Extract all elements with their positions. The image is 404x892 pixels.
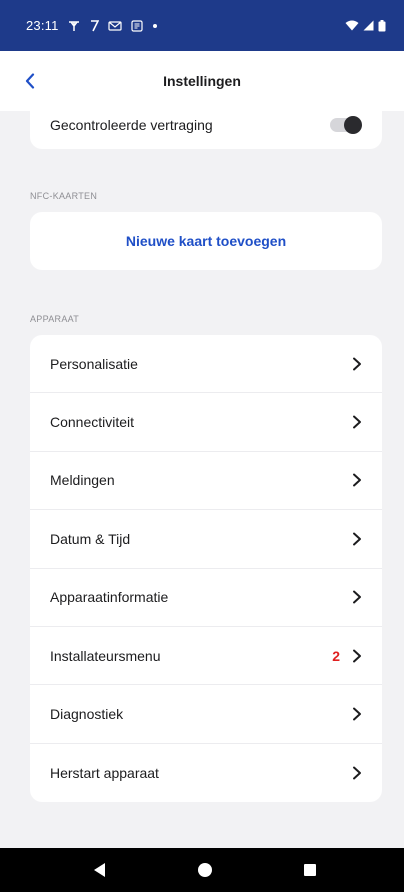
page-title: Instellingen	[163, 73, 241, 89]
status-left: 23:11	[26, 18, 158, 33]
chevron-right-icon	[353, 357, 361, 371]
chevron-right-icon	[353, 415, 361, 429]
menu-item-label: Datum & Tijd	[50, 530, 131, 547]
menu-item-personalisatie[interactable]: Personalisatie	[30, 335, 382, 394]
delay-toggle[interactable]	[330, 115, 362, 134]
signal-t-icon	[89, 19, 99, 32]
menu-item-herstart-apparaat[interactable]: Herstart apparaat	[30, 744, 382, 802]
add-card-button[interactable]: Nieuwe kaart toevoegen	[30, 212, 382, 270]
menu-item-label: Meldingen	[50, 472, 115, 489]
menu-item-diagnostiek[interactable]: Diagnostiek	[30, 685, 382, 744]
cell-signal-icon	[363, 20, 374, 31]
menu-item-label: Diagnostiek	[50, 706, 124, 723]
menu-item-label: Connectiviteit	[50, 414, 135, 431]
menu-item-label: Installateursmenu	[50, 647, 161, 664]
chevron-right-icon	[353, 590, 361, 604]
menu-item-label: Herstart apparaat	[50, 764, 159, 781]
device-section-header: APPARAAT	[30, 314, 80, 324]
circle-home-icon	[198, 863, 212, 877]
dot-icon	[152, 23, 158, 29]
nav-back-button[interactable]	[92, 862, 108, 878]
delay-setting-label: Gecontroleerde vertraging	[50, 116, 213, 133]
menu-item-label: Apparaatinformatie	[50, 589, 169, 606]
chevron-right-icon	[353, 766, 361, 780]
voicemail-icon	[107, 20, 122, 31]
wifi-icon	[345, 20, 359, 31]
chevron-right-icon	[353, 707, 361, 721]
battery-icon	[378, 19, 386, 32]
delay-setting-row: Gecontroleerde vertraging	[30, 100, 382, 149]
menu-item-installateursmenu[interactable]: Installateursmenu 2	[30, 627, 382, 686]
status-time: 23:11	[26, 18, 59, 33]
chevron-right-icon	[353, 532, 361, 546]
chevron-right-icon	[353, 649, 361, 663]
nav-home-button[interactable]	[197, 862, 213, 878]
status-bar: 23:11	[0, 0, 404, 51]
square-recents-icon	[304, 864, 316, 876]
menu-item-connectiviteit[interactable]: Connectiviteit	[30, 393, 382, 452]
triangle-back-icon	[94, 863, 105, 877]
menu-item-meldingen[interactable]: Meldingen	[30, 452, 382, 511]
notification-badge: 2	[332, 647, 340, 664]
status-right	[345, 19, 386, 32]
screenshot-icon	[130, 19, 143, 32]
menu-item-datum-tijd[interactable]: Datum & Tijd	[30, 510, 382, 569]
chevron-right-icon	[353, 473, 361, 487]
add-card-label: Nieuwe kaart toevoegen	[125, 233, 287, 249]
menu-item-apparaatinformatie[interactable]: Apparaatinformatie	[30, 569, 382, 627]
antenna-icon	[68, 20, 80, 32]
system-navigation-bar	[0, 848, 404, 892]
nav-recents-button[interactable]	[302, 862, 318, 878]
nfc-section-header: NFC-KAARTEN	[30, 191, 98, 201]
toggle-knob	[344, 115, 362, 134]
device-menu: Personalisatie Connectiviteit Meldingen …	[30, 335, 382, 802]
menu-item-label: Personalisatie	[50, 355, 138, 372]
